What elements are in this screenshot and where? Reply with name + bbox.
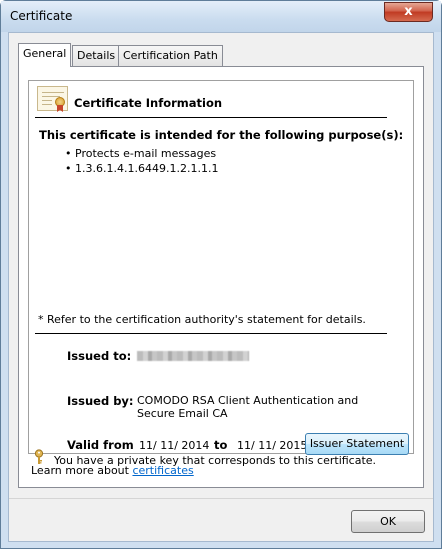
certificate-icon (37, 86, 68, 112)
issued-by-label: Issued by: (67, 394, 134, 408)
window-title: Certificate (10, 9, 73, 23)
close-button[interactable]: x (384, 2, 433, 22)
learn-more-text: Learn more about certificates (31, 464, 194, 477)
certificates-link[interactable]: certificates (132, 464, 193, 477)
valid-to-date: 11/ 11/ 2015 (237, 439, 308, 452)
ok-button[interactable]: OK (351, 510, 425, 533)
valid-from-date: 11/ 11/ 2014 (139, 439, 210, 452)
purpose-list: Protects e-mail messages 1.3.6.1.4.1.644… (65, 146, 218, 176)
certificate-info-title: Certificate Information (74, 96, 223, 110)
general-tab-panel: Certificate Information This certificate… (18, 66, 424, 488)
divider (35, 117, 387, 118)
purpose-item: 1.3.6.1.4.1.6449.1.2.1.1.1 (65, 161, 218, 176)
dialog-client-area: General Details Certification Path Certi… (8, 32, 434, 542)
issued-to-value-redacted (137, 351, 249, 361)
certificate-info-box: Certificate Information This certificate… (28, 80, 414, 454)
close-icon: x (404, 4, 413, 19)
issued-by-value: COMODO RSA Client Authentication and Sec… (137, 394, 359, 420)
refer-note: * Refer to the certification authority's… (38, 313, 366, 326)
tab-general[interactable]: General (18, 43, 72, 67)
valid-from-label: Valid from (67, 438, 134, 452)
certificate-dialog: Certificate x General Details Certificat… (0, 0, 442, 549)
purpose-heading: This certificate is intended for the fol… (39, 128, 404, 142)
divider (35, 333, 387, 334)
purpose-item: Protects e-mail messages (65, 146, 218, 161)
learn-more-prefix: Learn more about (31, 464, 133, 477)
valid-to-label: to (214, 438, 228, 452)
title-bar[interactable]: Certificate x (1, 1, 441, 32)
key-icon (34, 449, 44, 464)
tab-certification-path[interactable]: Certification Path (118, 45, 223, 66)
issuer-statement-button[interactable]: Issuer Statement (305, 433, 409, 455)
tab-details[interactable]: Details (72, 45, 121, 66)
issued-to-label: Issued to: (67, 349, 132, 363)
footer-divider (9, 498, 433, 499)
